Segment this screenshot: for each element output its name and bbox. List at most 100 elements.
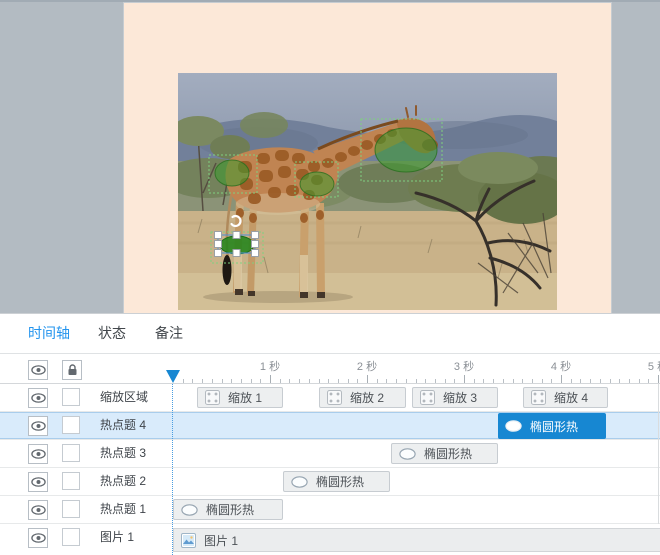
timeline-bar[interactable]: 缩放 2 (319, 387, 406, 408)
ruler-second-label: 2 秒 (345, 358, 389, 374)
ruler-tick (212, 379, 213, 383)
ruler-tick (377, 379, 378, 383)
track-row[interactable]: 热点题 4 椭圆形热 (0, 412, 660, 440)
resize-handle[interactable] (215, 232, 222, 239)
ellipse-hotspot[interactable] (300, 172, 334, 196)
ruler-tick (590, 379, 591, 383)
timeline-bar[interactable]: 缩放 3 (412, 387, 498, 408)
resize-handle[interactable] (252, 232, 259, 239)
timeline-bar[interactable]: 缩放 1 (197, 387, 283, 408)
ellipse-hotspot[interactable] (215, 160, 249, 186)
image-icon (181, 533, 196, 548)
track-row[interactable]: 热点题 1椭圆形热 (0, 496, 660, 524)
tab-notes[interactable]: 备注 (155, 314, 183, 353)
row-visibility-button[interactable] (28, 472, 48, 492)
giraffe-photo[interactable] (178, 73, 557, 310)
resize-handle[interactable] (215, 250, 222, 257)
ellipse-hotspot[interactable] (375, 128, 437, 172)
row-visibility-button[interactable] (28, 528, 48, 548)
zoom-icon (205, 390, 220, 405)
ruler-tick (464, 375, 465, 383)
ruler-tick (639, 379, 640, 383)
track-row[interactable]: 热点题 3椭圆形热 (0, 440, 660, 468)
timeline-panel: 时间轴 状态 备注 1 秒2 秒3 秒4 秒5 秒 缩放区域缩放 1缩放 2缩放… (0, 313, 660, 555)
ruler-tick (183, 379, 184, 383)
track-row[interactable]: 图片 1图片 1 (0, 524, 660, 554)
lock-all-button[interactable] (62, 360, 82, 380)
ruler-tick (338, 379, 339, 383)
row-checkbox[interactable] (62, 388, 80, 406)
resize-handle[interactable] (252, 241, 259, 248)
ruler-tick (280, 379, 281, 383)
ellipse-icon (505, 420, 522, 432)
playhead-handle[interactable] (166, 370, 180, 383)
ruler-tick (367, 375, 368, 383)
ruler-tick (435, 379, 436, 383)
track-rows: 缩放区域缩放 1缩放 2缩放 3缩放 4热点题 4椭圆形热热点题 3椭圆形热热点… (0, 384, 660, 554)
timeline-bar[interactable]: 椭圆形热 (173, 499, 283, 520)
timeline-bar-label: 缩放 2 (350, 389, 384, 406)
track-name: 缩放区域 (100, 384, 148, 411)
track-name: 热点题 4 (100, 412, 146, 439)
timeline-bar-label: 椭圆形热 (530, 418, 578, 435)
row-checkbox[interactable] (62, 500, 80, 518)
timeline-bar[interactable]: 缩放 4 (523, 387, 608, 408)
ruler-tick (571, 379, 572, 383)
ruler-tick (503, 379, 504, 383)
ruler-second-label: 3 秒 (442, 358, 486, 374)
zoom-icon (531, 390, 546, 405)
eye-icon (31, 477, 46, 487)
track-row[interactable]: 热点题 2 椭圆形热 (0, 468, 660, 496)
ellipse-icon (399, 448, 416, 460)
ellipse-icon (291, 476, 308, 488)
ruler-tick (658, 375, 659, 383)
resize-handle[interactable] (233, 250, 240, 257)
artboard[interactable] (124, 3, 611, 313)
row-visibility-button[interactable] (28, 388, 48, 408)
zoom-icon (327, 390, 342, 405)
eye-icon (31, 365, 46, 375)
ruler-tick (416, 379, 417, 383)
ruler-tick (309, 379, 310, 383)
eye-icon (31, 505, 46, 515)
ruler-tick (348, 379, 349, 383)
timeline-bar-label: 图片 1 (204, 532, 238, 549)
ruler-tick (474, 379, 475, 383)
timeline-bar[interactable]: 图片 1 (173, 528, 660, 552)
row-checkbox[interactable] (62, 444, 80, 462)
ruler-tick (231, 379, 232, 383)
toggle-all-visibility-button[interactable] (28, 360, 48, 380)
track-name: 热点题 2 (100, 468, 146, 495)
eye-icon (31, 449, 46, 459)
rotate-handle-icon[interactable] (232, 216, 241, 226)
ruler-tick (299, 379, 300, 383)
row-checkbox[interactable] (62, 416, 80, 434)
row-visibility-button[interactable] (28, 500, 48, 520)
app-window: 时间轴 状态 备注 1 秒2 秒3 秒4 秒5 秒 缩放区域缩放 1缩放 2缩放… (0, 0, 660, 555)
row-visibility-button[interactable] (28, 416, 48, 436)
ruler-tick (192, 379, 193, 383)
ruler-tick (425, 379, 426, 383)
ruler-tick (454, 379, 455, 383)
row-checkbox[interactable] (62, 528, 80, 546)
ruler-tick (522, 379, 523, 383)
row-visibility-button[interactable] (28, 444, 48, 464)
resize-handle[interactable] (215, 241, 222, 248)
timeline-bar[interactable]: 椭圆形热 (498, 413, 606, 439)
track-row[interactable]: 缩放区域 缩放 1 缩放 2 缩放 3 缩放 4 (0, 384, 660, 412)
timeline-bar-label: 椭圆形热 (316, 473, 364, 490)
tab-timeline[interactable]: 时间轴 (28, 314, 70, 353)
timeline-bar[interactable]: 椭圆形热 (283, 471, 390, 492)
ruler-tick (551, 379, 552, 383)
ruler-tick (610, 379, 611, 383)
tab-state[interactable]: 状态 (98, 314, 126, 353)
ruler-tick (542, 379, 543, 383)
timeline-bar-label: 椭圆形热 (206, 501, 254, 518)
ruler-tick (513, 379, 514, 383)
resize-handle[interactable] (252, 250, 259, 257)
resize-handle[interactable] (233, 232, 240, 239)
canvas-workspace[interactable] (0, 0, 660, 313)
ruler-tick (483, 379, 484, 383)
timeline-bar[interactable]: 椭圆形热 (391, 443, 498, 464)
row-checkbox[interactable] (62, 472, 80, 490)
